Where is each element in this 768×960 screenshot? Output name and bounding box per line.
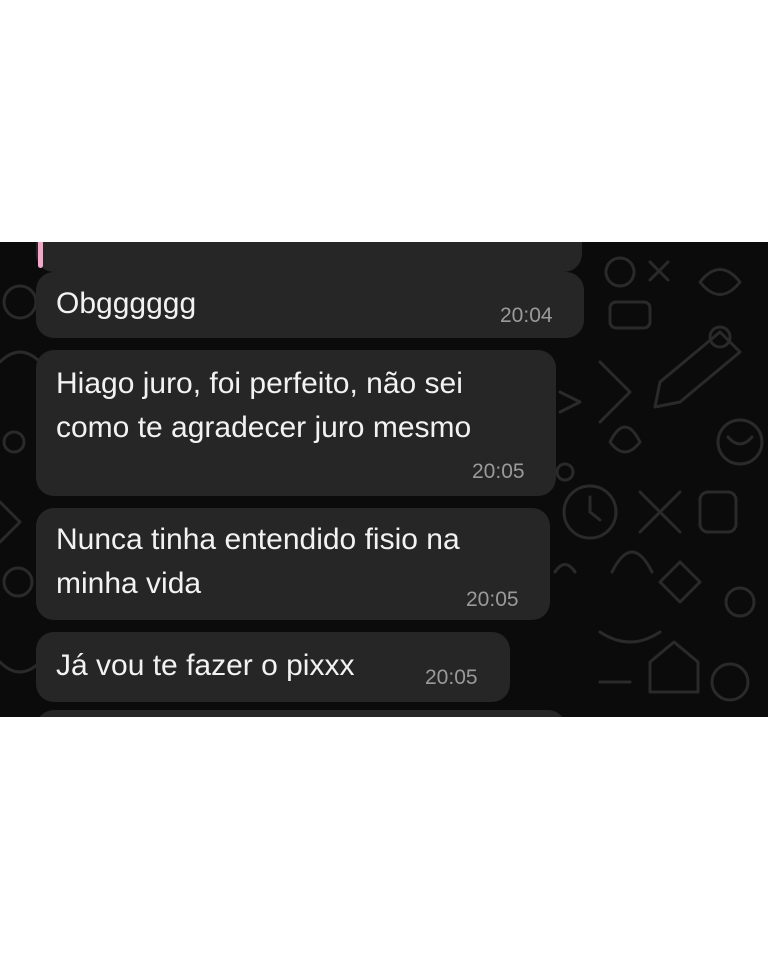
message-bubble[interactable]: Hiago juro, foi perfeito, não sei como t…	[36, 350, 556, 496]
message-time: 20:05	[466, 588, 519, 611]
message-text: Obgggggg	[56, 287, 197, 320]
quote-accent-bar	[38, 242, 43, 268]
message-text: minha vida	[56, 567, 202, 600]
message-bubble[interactable]: Obgggggg 20:04	[36, 272, 584, 338]
message-bubble-partial[interactable]	[36, 710, 566, 717]
message-bubble[interactable]: Já vou te fazer o pixxx 20:05	[36, 632, 510, 702]
message-time: 20:05	[425, 666, 478, 689]
message-time: 20:05	[472, 460, 525, 483]
message-time: 20:04	[500, 304, 553, 327]
message-text: Hiago juro, foi perfeito, não sei	[56, 367, 463, 400]
message-bubble-partial[interactable]	[36, 242, 582, 272]
message-text: Nunca tinha entendido fisio na	[56, 523, 460, 556]
chat-conversation[interactable]: Obgggggg 20:04 Hiago juro, foi perfeito,…	[0, 242, 768, 717]
message-text: Já vou te fazer o pixxx	[56, 649, 355, 682]
photo-frame: Obgggggg 20:04 Hiago juro, foi perfeito,…	[0, 0, 768, 960]
message-bubble[interactable]: Nunca tinha entendido fisio na minha vid…	[36, 508, 550, 620]
message-text: como te agradecer juro mesmo	[56, 411, 472, 444]
